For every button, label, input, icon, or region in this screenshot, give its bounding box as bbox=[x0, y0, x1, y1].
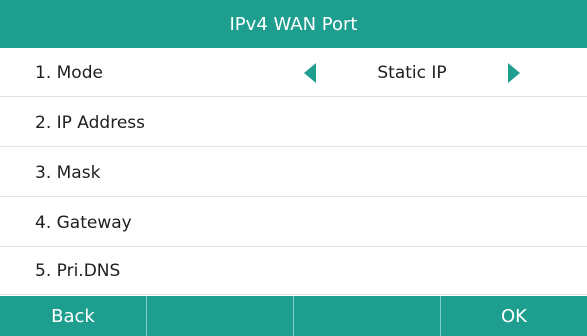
list-item-mask[interactable]: 3. Mask bbox=[0, 148, 587, 197]
list-item-label: 3. Mask bbox=[35, 162, 101, 183]
title-bar: IPv4 WAN Port bbox=[0, 0, 587, 48]
mode-value: Static IP bbox=[377, 62, 447, 83]
list-item-label: 5. Pri.DNS bbox=[35, 261, 121, 281]
list-item-ip-address[interactable]: 2. IP Address bbox=[0, 98, 587, 147]
softkey-bar: Back OK bbox=[0, 296, 587, 336]
softkey-back[interactable]: Back bbox=[0, 296, 147, 336]
softkey-ok[interactable]: OK bbox=[441, 296, 587, 336]
softkey-2[interactable] bbox=[147, 296, 294, 336]
settings-list: 1. Mode Static IP 2. IP Address 3. Mask … bbox=[0, 48, 587, 296]
page-title: IPv4 WAN Port bbox=[229, 13, 358, 35]
arrow-right-icon[interactable] bbox=[508, 63, 520, 83]
list-item-label: 2. IP Address bbox=[35, 112, 145, 133]
list-item-label: 1. Mode bbox=[35, 62, 103, 83]
list-item-gateway[interactable]: 4. Gateway bbox=[0, 198, 587, 247]
arrow-left-icon[interactable] bbox=[304, 63, 316, 83]
list-item-mode[interactable]: 1. Mode Static IP bbox=[0, 48, 587, 97]
softkey-3[interactable] bbox=[294, 296, 441, 336]
list-item-label: 4. Gateway bbox=[35, 212, 132, 233]
list-item-pri-dns[interactable]: 5. Pri.DNS bbox=[0, 247, 587, 295]
